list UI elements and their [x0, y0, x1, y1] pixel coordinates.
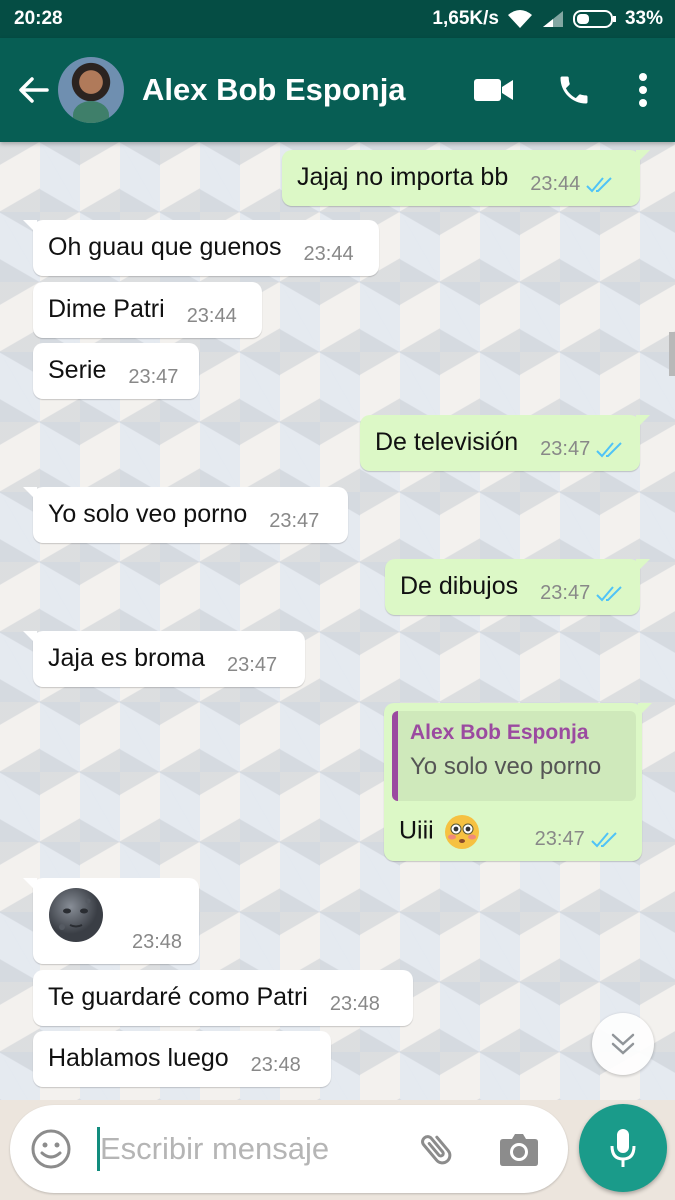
microphone-icon — [610, 1129, 636, 1167]
message-incoming[interactable]: Serie 23:47 — [33, 343, 199, 399]
message-time: 23:47 — [269, 510, 320, 532]
quoted-text: Yo solo veo porno — [410, 753, 602, 780]
paperclip-icon — [421, 1135, 452, 1165]
message-time: 23:48 — [250, 1054, 301, 1076]
signal-icon — [541, 9, 565, 29]
message-time: 23:44 — [530, 173, 581, 195]
message-time: 23:47 — [540, 438, 591, 460]
attach-button[interactable] — [412, 1124, 462, 1174]
read-ticks-icon — [596, 441, 624, 471]
message-incoming[interactable]: Yo solo veo porno 23:47 — [23, 487, 348, 543]
voice-call-button[interactable] — [545, 60, 603, 120]
message-time: 23:44 — [303, 243, 354, 265]
status-indicators: 1,65K/s 33% — [432, 8, 663, 30]
message-outgoing-reply[interactable]: Alex Bob Esponja Yo solo veo porno Uiii … — [384, 703, 652, 861]
composer — [10, 1105, 568, 1193]
message-text: Jajaj no importa bb — [297, 163, 509, 191]
message-text: De televisión — [375, 428, 519, 456]
battery-icon — [572, 9, 617, 29]
read-ticks-icon — [586, 176, 614, 206]
message-incoming[interactable]: Jaja es broma 23:47 — [23, 631, 305, 687]
message-time: 23:47 — [534, 828, 585, 850]
new-moon-face-emoji — [48, 887, 104, 964]
message-outgoing[interactable]: De dibujos 23:47 — [385, 559, 650, 615]
message-time: 23:47 — [128, 366, 179, 388]
message-time: 23:47 — [227, 654, 278, 676]
message-outgoing[interactable]: Jajaj no importa bb 23:44 — [282, 150, 650, 206]
camera-button[interactable] — [494, 1124, 544, 1174]
camera-icon — [500, 1134, 538, 1166]
network-speed: 1,65K/s — [432, 8, 499, 29]
message-incoming-emoji[interactable]: 23:48 — [23, 878, 199, 964]
more-options-button[interactable] — [625, 60, 661, 120]
message-text: Te guardaré como Patri — [48, 983, 308, 1011]
message-incoming[interactable]: Oh guau que guenos 23:44 — [23, 220, 379, 276]
message-incoming[interactable]: Dime Patri 23:44 — [33, 282, 262, 338]
message-incoming[interactable]: Te guardaré como Patri 23:48 — [33, 970, 413, 1026]
message-text: Serie — [48, 356, 107, 384]
chat-messages[interactable]: Jajaj no importa bb 23:44 Oh guau que gu… — [0, 142, 675, 1100]
message-incoming[interactable]: Hablamos luego 23:48 — [33, 1031, 331, 1087]
quoted-message[interactable]: Alex Bob Esponja Yo solo veo porno — [392, 711, 636, 801]
read-ticks-icon — [591, 831, 619, 861]
message-text-content: Uiii — [399, 816, 434, 845]
contact-name[interactable]: Alex Bob Esponja — [142, 72, 465, 108]
video-call-button[interactable] — [465, 60, 523, 120]
message-text: Uiii — [399, 815, 479, 861]
double-chevron-down-icon — [611, 1033, 635, 1055]
message-time: 23:44 — [186, 305, 237, 327]
message-input[interactable] — [100, 1124, 412, 1174]
scrollbar[interactable] — [669, 332, 675, 376]
message-time: 23:48 — [132, 931, 183, 953]
status-bar: 20:28 1,65K/s 33% — [0, 0, 675, 38]
more-vert-icon — [639, 73, 647, 107]
quoted-author: Alex Bob Esponja — [410, 721, 589, 744]
message-outgoing[interactable]: De televisión 23:47 — [360, 415, 650, 471]
back-button[interactable] — [8, 60, 58, 120]
message-text: Dime Patri — [48, 295, 165, 323]
contact-avatar[interactable] — [58, 57, 124, 123]
voice-message-button[interactable] — [579, 1104, 667, 1192]
message-time: 23:48 — [329, 993, 380, 1015]
status-time: 20:28 — [14, 8, 63, 29]
message-time: 23:47 — [540, 582, 591, 604]
chat-header: Alex Bob Esponja — [0, 38, 675, 142]
smiley-icon — [31, 1129, 71, 1169]
message-text: De dibujos — [400, 572, 519, 600]
scroll-to-bottom-button[interactable] — [592, 1013, 654, 1075]
message-text: Hablamos luego — [48, 1044, 229, 1072]
back-arrow-icon — [19, 77, 49, 103]
flushed-face-emoji — [444, 815, 479, 849]
message-text: Jaja es broma — [48, 644, 206, 672]
message-text: Yo solo veo porno — [48, 500, 248, 528]
battery-percent: 33% — [624, 8, 663, 29]
video-call-icon — [474, 79, 513, 101]
message-text: Oh guau que guenos — [48, 233, 282, 261]
emoji-button[interactable] — [28, 1126, 74, 1172]
read-ticks-icon — [596, 585, 624, 615]
header-actions — [465, 60, 675, 120]
wifi-icon — [507, 9, 533, 29]
phone-icon — [560, 76, 588, 104]
